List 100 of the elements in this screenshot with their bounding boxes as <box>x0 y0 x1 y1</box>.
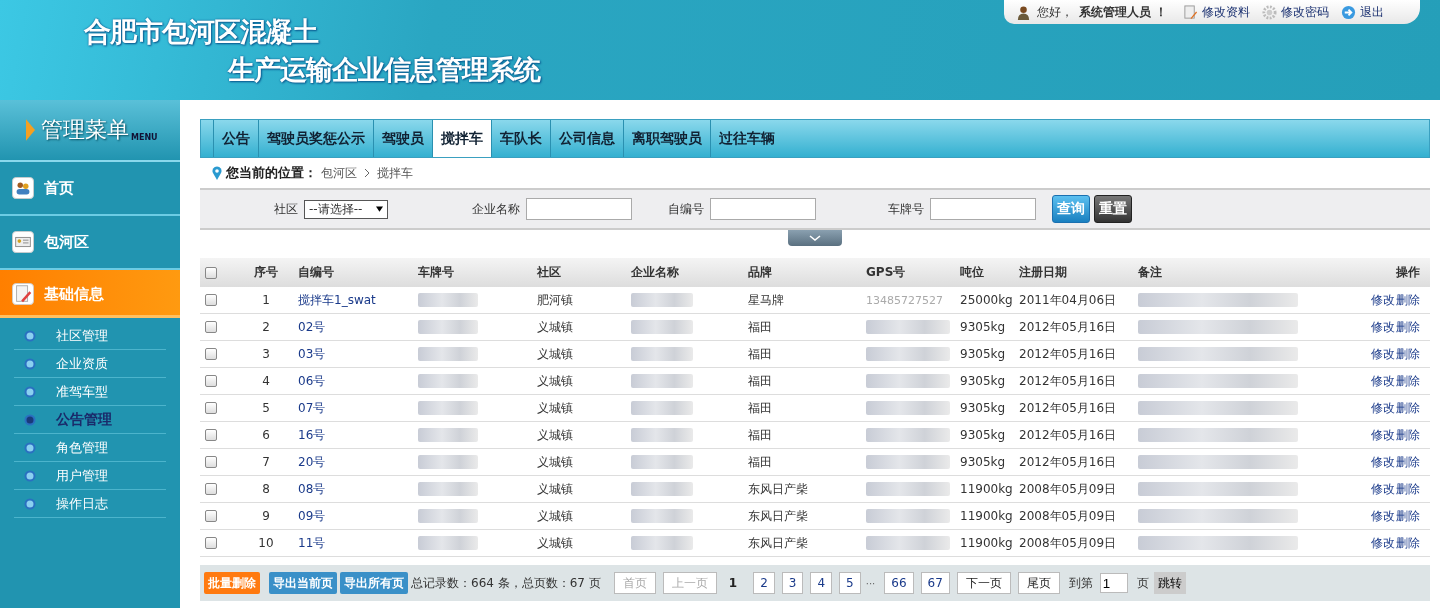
tab[interactable]: 公告 <box>213 120 258 157</box>
submenu-item[interactable]: 社区管理 <box>14 322 166 350</box>
delete-link[interactable]: 删除 <box>1396 318 1420 336</box>
table-cell: 9305kg <box>960 401 1006 415</box>
table-cell: 9 <box>262 509 270 523</box>
vehicle-code-link[interactable]: 搅拌车1_swat <box>298 291 376 309</box>
page-button[interactable]: 66 <box>884 572 914 594</box>
vehicle-code-link[interactable]: 09号 <box>298 507 326 525</box>
pager-button[interactable]: 尾页 <box>1017 572 1060 594</box>
logout-link[interactable]: 退出 <box>1341 3 1384 21</box>
breadcrumb-link[interactable]: 搅拌车 <box>377 164 413 182</box>
tab[interactable]: 公司信息 <box>550 120 623 157</box>
edit-link[interactable]: 修改 <box>1371 399 1395 417</box>
vehicle-code-link[interactable]: 20号 <box>298 453 326 471</box>
row-checkbox[interactable] <box>205 375 217 387</box>
delete-link[interactable]: 删除 <box>1396 453 1420 471</box>
edit-link[interactable]: 修改 <box>1371 426 1395 444</box>
input-field[interactable] <box>526 198 632 220</box>
select-all-checkbox[interactable] <box>205 266 217 279</box>
page-button[interactable]: 67 <box>920 572 950 594</box>
delete-link[interactable]: 删除 <box>1396 345 1420 363</box>
collapse-toggle-button[interactable] <box>788 230 842 246</box>
vehicle-code-link[interactable]: 08号 <box>298 480 326 498</box>
vehicle-code-link[interactable]: 11号 <box>298 534 326 552</box>
select-field[interactable]: --请选择-- <box>304 199 388 219</box>
user-link[interactable]: 修改密码 <box>1262 3 1329 21</box>
jump-button[interactable]: 跳转 <box>1153 572 1186 594</box>
submenu-item[interactable]: 准驾车型 <box>14 378 166 406</box>
row-checkbox[interactable] <box>205 510 217 522</box>
export-button[interactable]: 导出当前页 <box>269 572 337 594</box>
page-button[interactable]: 2 <box>753 572 775 594</box>
delete-link[interactable]: 删除 <box>1396 534 1420 552</box>
table-cell: 11900kg <box>960 509 1013 523</box>
tab[interactable]: 过往车辆 <box>710 120 783 157</box>
row-checkbox[interactable] <box>205 321 217 333</box>
tab[interactable]: 搅拌车 <box>432 120 491 157</box>
table-cell: 3 <box>262 347 270 361</box>
row-checkbox[interactable] <box>205 294 217 306</box>
input-field[interactable] <box>710 198 816 220</box>
delete-link[interactable]: 删除 <box>1396 399 1420 417</box>
submenu-item[interactable]: 公告管理 <box>14 406 166 434</box>
edit-link[interactable]: 修改 <box>1371 480 1395 498</box>
pager-button[interactable]: 下一页 <box>956 572 1011 594</box>
delete-link[interactable]: 删除 <box>1396 291 1420 309</box>
edit-link[interactable]: 修改 <box>1371 318 1395 336</box>
filter-label: 自编号 <box>668 200 704 218</box>
table-cell: 2012年05月16日 <box>1019 318 1117 336</box>
edit-link[interactable]: 修改 <box>1371 507 1395 525</box>
input-field[interactable] <box>930 198 1036 220</box>
submenu-item[interactable]: 企业资质 <box>14 350 166 378</box>
triangle-icon <box>26 118 35 142</box>
redacted-text <box>631 347 693 361</box>
row-checkbox[interactable] <box>205 429 217 441</box>
redacted-text <box>418 320 478 334</box>
redacted-text <box>418 536 478 550</box>
user-link[interactable]: 修改资料 <box>1183 3 1250 21</box>
table-cell: 9305kg <box>960 374 1006 388</box>
edit-link[interactable]: 修改 <box>1371 453 1395 471</box>
bullet-icon <box>24 413 36 426</box>
vehicle-code-link[interactable]: 02号 <box>298 318 326 336</box>
edit-link[interactable]: 修改 <box>1371 345 1395 363</box>
column-header: 序号 <box>253 264 279 281</box>
current-page[interactable]: 1 <box>721 572 745 594</box>
delete-link[interactable]: 删除 <box>1396 372 1420 390</box>
page-button[interactable]: 4 <box>810 572 833 594</box>
tab[interactable]: 车队长 <box>491 120 550 157</box>
table-cell: 2011年04月06日 <box>1019 291 1117 309</box>
delete-link[interactable]: 删除 <box>1396 426 1420 444</box>
submenu-item[interactable]: 角色管理 <box>14 434 166 462</box>
reset-button[interactable]: 重置 <box>1094 195 1132 223</box>
tab[interactable]: 离职驾驶员 <box>623 120 710 157</box>
vehicle-code-link[interactable]: 07号 <box>298 399 326 417</box>
edit-link[interactable]: 修改 <box>1371 534 1395 552</box>
row-checkbox[interactable] <box>205 402 217 414</box>
export-button[interactable]: 导出所有页 <box>340 572 408 594</box>
user-avatar-icon <box>1015 4 1031 20</box>
table-cell: 10 <box>258 536 274 550</box>
goto-label: 到第 <box>1068 574 1093 592</box>
vehicle-code-link[interactable]: 16号 <box>298 426 326 444</box>
row-checkbox[interactable] <box>205 456 217 468</box>
page-button[interactable]: 3 <box>781 572 804 594</box>
page-button[interactable]: 5 <box>839 572 861 594</box>
redacted-text <box>418 428 478 442</box>
row-checkbox[interactable] <box>205 537 217 549</box>
page-input-field[interactable]: 1 <box>1099 573 1128 593</box>
edit-link[interactable]: 修改 <box>1371 291 1395 309</box>
submenu-item[interactable]: 用户管理 <box>14 462 166 490</box>
sidebar-item[interactable]: 首页 <box>0 162 180 216</box>
redacted-text <box>418 509 478 523</box>
submenu-item[interactable]: 操作日志 <box>14 490 166 518</box>
delete-link[interactable]: 删除 <box>1396 480 1420 498</box>
breadcrumb-link[interactable]: 包河区 <box>321 164 357 182</box>
row-checkbox[interactable] <box>205 348 217 360</box>
row-checkbox[interactable] <box>205 483 217 495</box>
redacted-text <box>631 482 693 496</box>
vehicle-code-link[interactable]: 06号 <box>298 372 326 390</box>
tab[interactable]: 驾驶员奖惩公示 <box>258 120 373 157</box>
delete-link[interactable]: 删除 <box>1396 507 1420 525</box>
vehicle-code-link[interactable]: 03号 <box>298 345 326 363</box>
edit-link[interactable]: 修改 <box>1371 372 1395 390</box>
